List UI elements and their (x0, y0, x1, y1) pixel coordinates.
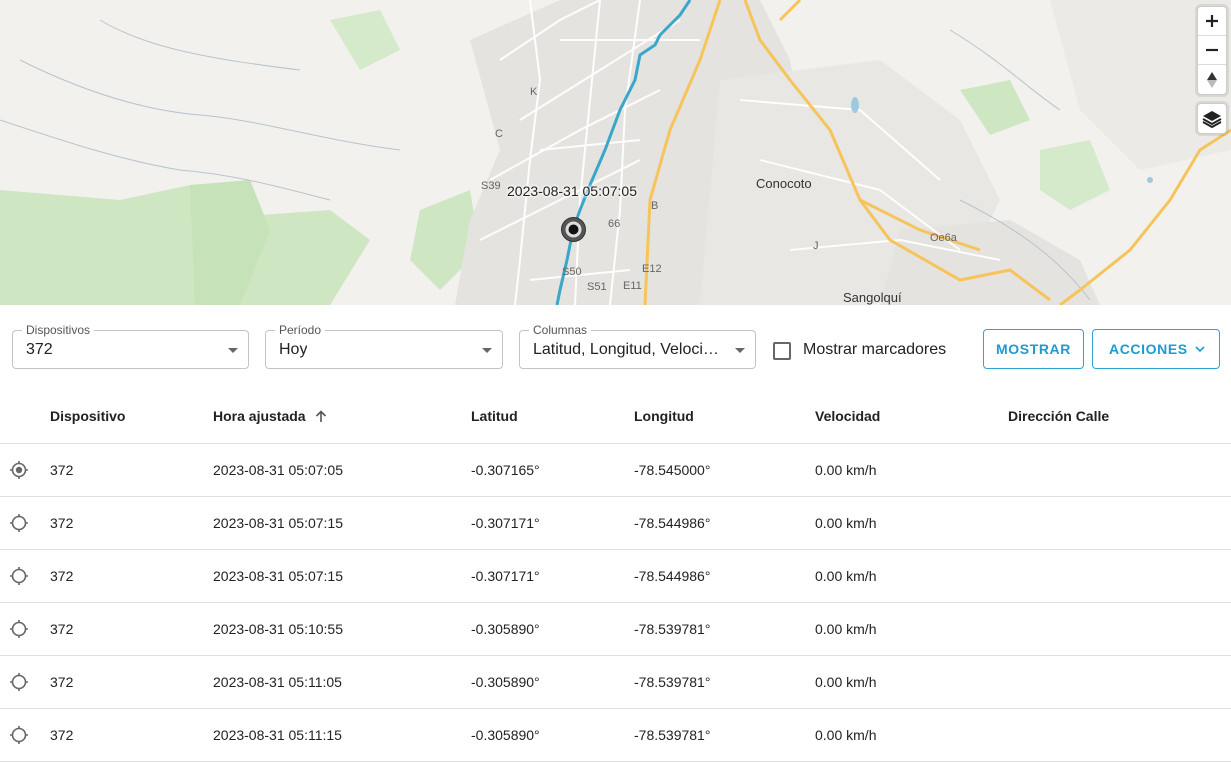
table-row[interactable]: 372 2023-08-31 05:11:15 -0.305890° -78.5397… (0, 709, 1231, 762)
chevron-down-icon (1195, 346, 1205, 353)
period-label: Período (275, 323, 326, 337)
road-label: E12 (642, 263, 662, 275)
header-speed[interactable]: Velocidad (815, 408, 880, 424)
cell-device: 372 (50, 515, 74, 531)
cell-device: 372 (50, 621, 74, 637)
cell-latitude: -0.305890° (471, 674, 540, 690)
cell-time: 2023-08-31 05:11:15 (213, 727, 342, 743)
cell-longitude: -78.544986° (634, 515, 711, 531)
cell-device: 372 (50, 568, 74, 584)
actions-button-label: ACCIONES (1109, 341, 1188, 357)
cell-device: 372 (50, 462, 74, 478)
header-time-label: Hora ajustada (213, 408, 306, 424)
place-label-conocoto: Conocoto (756, 176, 812, 191)
map-view[interactable]: Conocoto Sangolquí S39 S50 S51 E12 E11 B… (0, 0, 1231, 305)
header-longitude[interactable]: Longitud (634, 408, 694, 424)
cell-longitude: -78.539781° (634, 727, 711, 743)
devices-label: Dispositivos (22, 323, 95, 337)
crosshair-icon[interactable] (9, 619, 29, 639)
map-tiles (0, 0, 1231, 305)
cell-time: 2023-08-31 05:11:05 (213, 674, 342, 690)
zoom-out-button[interactable] (1198, 36, 1226, 65)
show-button[interactable]: MOSTRAR (983, 329, 1084, 369)
crosshair-icon[interactable] (9, 513, 29, 533)
cell-time: 2023-08-31 05:10:55 (213, 621, 343, 637)
header-latitude[interactable]: Latitud (471, 408, 518, 424)
cell-longitude: -78.539781° (634, 674, 711, 690)
table-body: 372 2023-08-31 05:07:05 -0.307165° -78.5450… (0, 444, 1231, 762)
marker-time-label: 2023-08-31 05:07:05 (507, 183, 637, 199)
table-row[interactable]: 372 2023-08-31 05:07:15 -0.307171° -78.5449… (0, 550, 1231, 603)
minus-icon (1206, 48, 1218, 52)
cell-speed: 0.00 km/h (815, 621, 877, 637)
show-markers-label: Mostrar marcadores (803, 341, 947, 358)
columns-label: Columnas (529, 323, 592, 337)
cell-device: 372 (50, 674, 74, 690)
cell-device: 372 (50, 727, 74, 743)
crosshair-selected-icon[interactable] (9, 460, 29, 480)
cell-longitude: -78.539781° (634, 621, 711, 637)
header-device[interactable]: Dispositivo (50, 408, 125, 424)
cell-latitude: -0.307165° (471, 462, 540, 478)
cell-speed: 0.00 km/h (815, 674, 877, 690)
road-label: C (495, 128, 503, 140)
dropdown-arrow-icon (735, 348, 745, 353)
cell-speed: 0.00 km/h (815, 462, 877, 478)
table-header: Dispositivo Hora ajustada Latitud Longit… (0, 385, 1231, 444)
layers-control (1197, 103, 1227, 134)
compass-button[interactable] (1198, 65, 1226, 94)
cell-latitude: -0.307171° (471, 515, 540, 531)
cell-time: 2023-08-31 05:07:15 (213, 515, 343, 531)
road-label: Oe6a (930, 232, 957, 244)
table-row[interactable]: 372 2023-08-31 05:10:55 -0.305890° -78.5397… (0, 603, 1231, 656)
dropdown-arrow-icon (482, 348, 492, 353)
cell-time: 2023-08-31 05:07:05 (213, 462, 343, 478)
dropdown-arrow-icon (228, 348, 238, 353)
cell-longitude: -78.545000° (634, 462, 711, 478)
devices-select[interactable]: Dispositivos 372 (12, 323, 249, 369)
crosshair-icon[interactable] (9, 672, 29, 692)
positions-table: Dispositivo Hora ajustada Latitud Longit… (0, 385, 1231, 762)
show-markers-checkbox[interactable] (773, 342, 791, 360)
table-row[interactable]: 372 2023-08-31 05:07:15 -0.307171° -78.5449… (0, 497, 1231, 550)
cell-speed: 0.00 km/h (815, 568, 877, 584)
cell-latitude: -0.307171° (471, 568, 540, 584)
columns-value: Latitud, Longitud, Velocidad (533, 341, 721, 358)
layers-icon (1202, 110, 1222, 128)
cell-speed: 0.00 km/h (815, 515, 877, 531)
cell-speed: 0.00 km/h (815, 727, 877, 743)
cell-longitude: -78.544986° (634, 568, 711, 584)
crosshair-icon[interactable] (9, 725, 29, 745)
cell-latitude: -0.305890° (471, 621, 540, 637)
zoom-in-button[interactable] (1198, 7, 1226, 36)
filter-toolbar: Dispositivos 372 Período Hoy Columnas La… (0, 305, 1231, 385)
devices-value: 372 (26, 341, 53, 358)
sort-arrow-up-icon (316, 410, 327, 422)
road-label: S39 (481, 180, 501, 192)
place-label-sangolqui: Sangolquí (843, 290, 902, 305)
plus-icon (1206, 15, 1218, 27)
actions-button[interactable]: ACCIONES (1092, 329, 1220, 369)
road-label: 66 (608, 218, 621, 230)
road-label: B (651, 200, 659, 212)
road-label: K (530, 86, 538, 98)
compass-icon (1207, 71, 1217, 88)
table-row[interactable]: 372 2023-08-31 05:07:05 -0.307165° -78.5450… (0, 444, 1231, 497)
road-label: E11 (623, 280, 642, 292)
cell-latitude: -0.305890° (471, 727, 540, 743)
columns-select[interactable]: Columnas Latitud, Longitud, Velocidad (519, 323, 756, 369)
period-value: Hoy (279, 341, 308, 358)
road-label: J (813, 240, 819, 252)
road-label: S50 (562, 266, 582, 278)
period-select[interactable]: Período Hoy (265, 323, 503, 369)
crosshair-icon[interactable] (9, 566, 29, 586)
header-address[interactable]: Dirección Calle (1008, 408, 1109, 424)
cell-time: 2023-08-31 05:07:15 (213, 568, 343, 584)
table-row[interactable]: 372 2023-08-31 05:11:05 -0.305890° -78.5397… (0, 656, 1231, 709)
zoom-controls (1197, 6, 1227, 95)
position-marker-icon[interactable] (560, 216, 587, 243)
layers-button[interactable] (1198, 104, 1226, 133)
header-time[interactable]: Hora ajustada (213, 408, 327, 424)
road-label: S51 (587, 281, 607, 293)
